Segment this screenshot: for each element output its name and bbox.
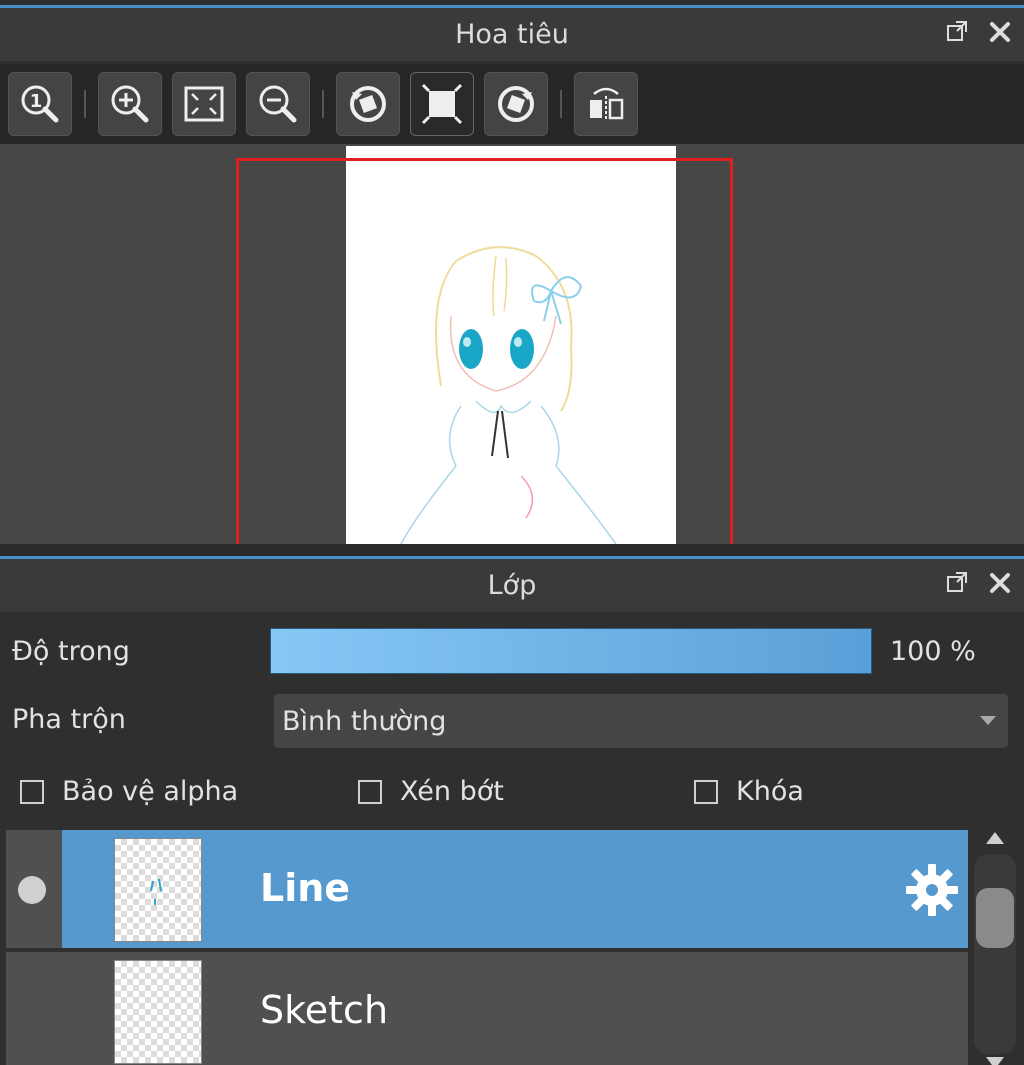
clipping-checkbox[interactable]: Xén bớt (358, 776, 504, 807)
flip-horizontal-button[interactable] (574, 72, 638, 136)
popout-icon[interactable] (944, 569, 972, 597)
layer-item-line[interactable]: Line (6, 830, 968, 948)
actual-size-button[interactable]: 1 (8, 72, 72, 136)
navigator-panel-header: Hoa tiêu (0, 5, 1024, 61)
rotate-right-icon (498, 86, 534, 122)
zoom-out-icon (259, 85, 297, 123)
actual-size-icon: 1 (21, 85, 59, 123)
toolbar-separator (560, 90, 562, 118)
layer-item-sketch[interactable]: Sketch (6, 952, 968, 1065)
blend-mode-select[interactable]: Bình thường (274, 694, 1008, 748)
toolbar-separator (322, 90, 324, 118)
opacity-slider[interactable] (270, 628, 872, 674)
close-icon[interactable] (986, 569, 1014, 597)
layer-panel-body: Độ trong 100 % Pha trộn Bình thường Bảo … (0, 612, 1024, 1065)
fit-screen-button[interactable] (172, 72, 236, 136)
reset-rotation-icon (421, 83, 463, 125)
layer-scrollbar[interactable] (972, 830, 1018, 1065)
rotate-left-icon (350, 86, 386, 122)
checkbox-box[interactable] (20, 779, 44, 804)
checkbox-box[interactable] (358, 779, 382, 804)
layer-name: Sketch (260, 988, 389, 1032)
protect-alpha-checkbox[interactable]: Bảo vệ alpha (20, 776, 238, 807)
zoom-out-button[interactable] (246, 72, 310, 136)
lock-checkbox[interactable]: Khóa (694, 776, 804, 807)
checkbox-box[interactable] (694, 779, 718, 804)
visibility-toggle[interactable] (6, 952, 62, 1065)
layer-panel-title: Lớp (487, 570, 537, 601)
zoom-in-icon (111, 85, 149, 123)
navigator-title: Hoa tiêu (455, 19, 569, 50)
scroll-thumb[interactable] (976, 888, 1014, 948)
close-icon[interactable] (986, 18, 1014, 46)
layer-thumbnail (114, 838, 202, 942)
rotate-left-button[interactable] (336, 72, 400, 136)
panel-divider[interactable] (0, 544, 1024, 556)
reset-rotation-button[interactable] (410, 72, 474, 136)
visibility-icon (18, 876, 46, 904)
layer-list: Line Sketch (6, 830, 968, 1065)
scroll-down-icon[interactable] (986, 1057, 1004, 1065)
navigator-preview[interactable] (0, 144, 1024, 544)
viewport-rectangle[interactable] (236, 158, 733, 544)
popout-icon[interactable] (944, 18, 972, 46)
lock-label: Khóa (736, 776, 804, 807)
svg-text:1: 1 (30, 91, 43, 112)
rotate-right-button[interactable] (484, 72, 548, 136)
opacity-label: Độ trong (12, 636, 130, 667)
layer-thumbnail (114, 960, 202, 1064)
blend-mode-label: Pha trộn (12, 704, 126, 735)
scroll-rail[interactable] (974, 854, 1016, 1054)
opacity-value: 100 % (890, 636, 976, 667)
scroll-up-icon[interactable] (986, 832, 1004, 844)
flip-horizontal-icon (590, 87, 624, 120)
layer-panel-header: Lớp (0, 556, 1024, 612)
protect-alpha-label: Bảo vệ alpha (62, 776, 239, 807)
navigator-toolbar: 1 (0, 64, 1024, 144)
clipping-label: Xén bớt (400, 776, 504, 807)
visibility-toggle[interactable] (6, 830, 62, 948)
blend-mode-value: Bình thường (282, 705, 447, 737)
chevron-down-icon (980, 716, 996, 725)
gear-icon[interactable] (904, 862, 960, 918)
zoom-in-button[interactable] (98, 72, 162, 136)
fit-screen-icon (184, 86, 224, 122)
layer-name: Line (260, 866, 351, 910)
toolbar-separator (84, 90, 86, 118)
